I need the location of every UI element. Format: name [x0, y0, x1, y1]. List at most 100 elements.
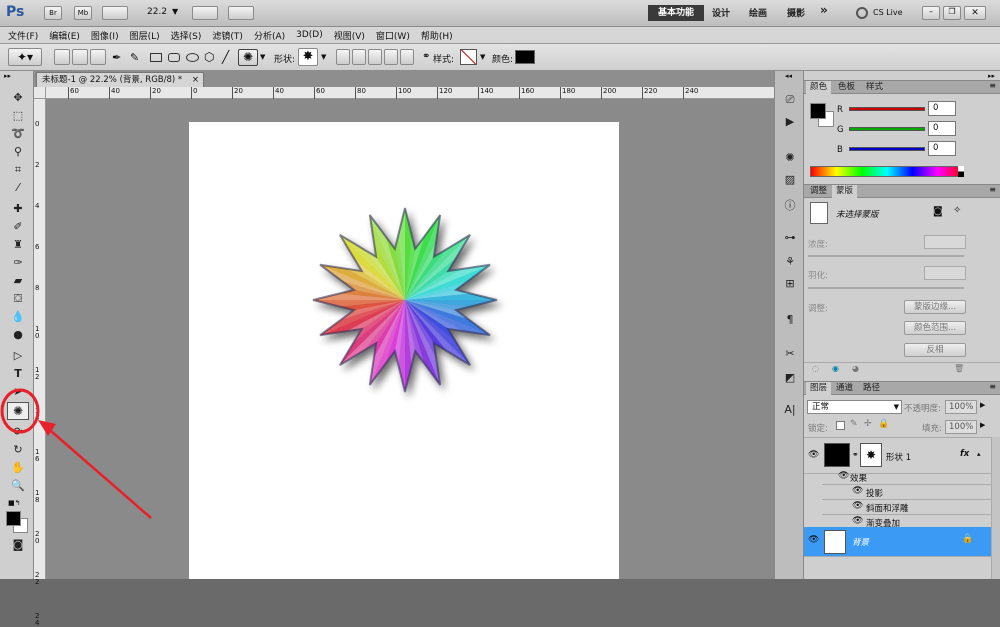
channel-r-value[interactable]: 0 [928, 101, 956, 116]
minimize-button[interactable]: – [922, 6, 940, 20]
shape-options-dropdown-icon[interactable]: ▼ [260, 53, 265, 61]
lasso-tool-icon[interactable]: ➰ [8, 126, 28, 142]
blur-tool-icon[interactable]: 💧 [8, 309, 28, 325]
dock-collapse-icon[interactable]: ▸▸ [988, 72, 995, 80]
path-selection-tool-icon[interactable]: ➤ [8, 384, 28, 400]
menu-view[interactable]: 视图(V) [334, 29, 365, 42]
mask-edge-button[interactable]: 蒙版边缘... [904, 300, 966, 314]
tool-presets-panel-icon[interactable]: ⊞ [781, 277, 799, 293]
shape-layers-mode-button[interactable] [54, 49, 70, 65]
background-eye-icon[interactable]: 👁 [808, 535, 819, 545]
minibridge-button[interactable]: Mb [74, 6, 92, 20]
fill-dropdown-icon[interactable]: ▶ [980, 421, 985, 429]
marquee-tool-icon[interactable]: ⬚ [8, 108, 28, 124]
3d-panel-icon[interactable]: ◩ [781, 371, 799, 387]
channel-b-value[interactable]: 0 [928, 141, 956, 156]
blend-mode-select[interactable]: 正常 ▼ [807, 400, 902, 414]
brush-tool-icon[interactable]: ✐ [8, 219, 28, 235]
menu-3d[interactable]: 3D(D) [296, 30, 323, 40]
effects-row[interactable]: 👁 效果 [822, 470, 996, 485]
ellipse-shape-icon[interactable] [186, 53, 199, 62]
menu-edit[interactable]: 编辑(E) [49, 29, 80, 42]
tab-swatches[interactable]: 色板 [834, 81, 859, 94]
feather-slider[interactable] [808, 287, 964, 289]
channel-b-slider[interactable] [849, 147, 925, 151]
eyedropper-tool-icon[interactable]: ⁄ [8, 180, 28, 196]
strip-collapse-icon[interactable]: ◂◂ [785, 72, 792, 80]
custom-shape-tool-icon[interactable]: ✺ [7, 402, 29, 420]
bevel-eye-icon[interactable]: 👁 [852, 501, 863, 511]
menu-file[interactable]: 文件(F) [8, 29, 38, 42]
document-tab[interactable]: 未标题-1 @ 22.2% (背景, RGB/8) * × [36, 72, 204, 87]
workspace-more-icon[interactable]: » [820, 3, 828, 17]
vector-mask-icon[interactable]: ✧ [953, 205, 961, 216]
workspace-painting[interactable]: 绘画 [749, 6, 767, 19]
zoom-tool-icon[interactable]: 🔍 [8, 478, 28, 494]
blend-mode-dropdown-icon[interactable]: ▼ [894, 401, 899, 413]
layer-row-shape[interactable]: 👁 ⚭ ✸ 形状 1 fx ▴ [804, 437, 996, 474]
color-foreground-swatch[interactable] [810, 103, 826, 119]
paragraph-panel-icon[interactable]: ¶ [781, 313, 799, 329]
quick-selection-tool-icon[interactable]: ⚲ [8, 144, 28, 160]
screen-mode-button[interactable] [228, 6, 254, 20]
workspace-active[interactable]: 基本功能 [648, 5, 704, 21]
rounded-rectangle-icon[interactable] [168, 53, 180, 62]
custom-shape-icon[interactable]: ✺ [238, 49, 258, 66]
style-picker[interactable] [460, 49, 477, 65]
channel-r-slider[interactable] [849, 107, 925, 111]
feather-field[interactable] [924, 266, 966, 280]
toolbox-collapse-icon[interactable]: ▸▸ [4, 72, 11, 80]
cslive-icon[interactable] [856, 7, 868, 19]
panel-menu-icon[interactable]: ≡ [989, 81, 996, 90]
spot-healing-tool-icon[interactable]: ✚ [8, 201, 28, 217]
fill-pixels-mode-button[interactable] [90, 49, 106, 65]
bridge-button[interactable]: Br [44, 6, 62, 20]
fx-expand-icon[interactable]: ▴ [977, 450, 981, 458]
eraser-tool-icon[interactable]: ▰ [8, 273, 28, 289]
invert-button[interactable]: 反相 [904, 343, 966, 357]
history-brush-tool-icon[interactable]: ✑ [8, 255, 28, 271]
foreground-color-swatch[interactable] [6, 511, 21, 526]
create-new-shape-layer[interactable] [336, 49, 350, 65]
crop-tool-icon[interactable]: ⌗ [8, 162, 28, 178]
tab-color[interactable]: 颜色 [806, 81, 832, 94]
channel-g-slider[interactable] [849, 127, 925, 131]
ruler-origin[interactable] [34, 87, 46, 99]
opacity-dropdown-icon[interactable]: ▶ [980, 401, 985, 409]
horizontal-ruler[interactable]: 60 40 20 0 20 40 60 80 100 120 140 160 180 200 220 240 [46, 87, 774, 99]
background-layer-name[interactable]: 背景 [852, 536, 869, 548]
disable-mask-icon[interactable]: ◕ [852, 364, 859, 373]
paths-mode-button[interactable] [72, 49, 88, 65]
effects-eye-icon[interactable]: 👁 [838, 471, 849, 481]
hand-tool-icon[interactable]: ✋ [8, 460, 28, 476]
effect-row-bevel-emboss[interactable]: 👁 斜面和浮雕 [822, 500, 996, 515]
density-slider[interactable] [808, 255, 964, 257]
menu-image[interactable]: 图像(I) [91, 29, 119, 42]
actions-panel-icon[interactable]: ▶ [781, 115, 799, 131]
intersect-shape-areas[interactable] [384, 49, 398, 65]
visibility-eye-icon[interactable]: 👁 [808, 450, 819, 460]
lock-transparency-icon[interactable] [836, 421, 845, 430]
load-selection-icon[interactable]: ◌ [812, 364, 819, 373]
color-range-button[interactable]: 颜色范围... [904, 321, 966, 335]
shape-picker[interactable]: ✸ [298, 48, 318, 66]
tab-layers[interactable]: 图层 [806, 382, 832, 395]
layer-link-icon[interactable]: ⚭ [852, 450, 859, 459]
add-to-shape-area[interactable] [352, 49, 366, 65]
gradient-eye-icon[interactable]: 👁 [852, 516, 863, 526]
menu-filter[interactable]: 滤镜(T) [212, 29, 243, 42]
history-panel-icon[interactable]: ⎚ [781, 93, 799, 109]
link-icon[interactable]: ⚭ [422, 51, 430, 62]
vertical-ruler[interactable]: 0 2 4 6 8 10 12 14 16 18 20 22 24 [34, 99, 46, 627]
line-shape-icon[interactable]: ╱ [222, 50, 229, 64]
fill-value[interactable]: 100% [945, 420, 977, 434]
drop-shadow-eye-icon[interactable]: 👁 [852, 486, 863, 496]
paint-bucket-tool-icon[interactable]: ⛋ [8, 291, 28, 307]
tab-adjustments[interactable]: 调整 [806, 185, 831, 198]
fx-badge[interactable]: fx [960, 449, 969, 459]
shape-picker-dropdown-icon[interactable]: ▼ [321, 53, 326, 61]
document-close-icon[interactable]: × [192, 73, 199, 87]
mask-panel-menu-icon[interactable]: ≡ [989, 185, 996, 194]
cslive-label[interactable]: CS Live [873, 8, 903, 17]
type-panel-icon[interactable]: A| [781, 403, 799, 419]
